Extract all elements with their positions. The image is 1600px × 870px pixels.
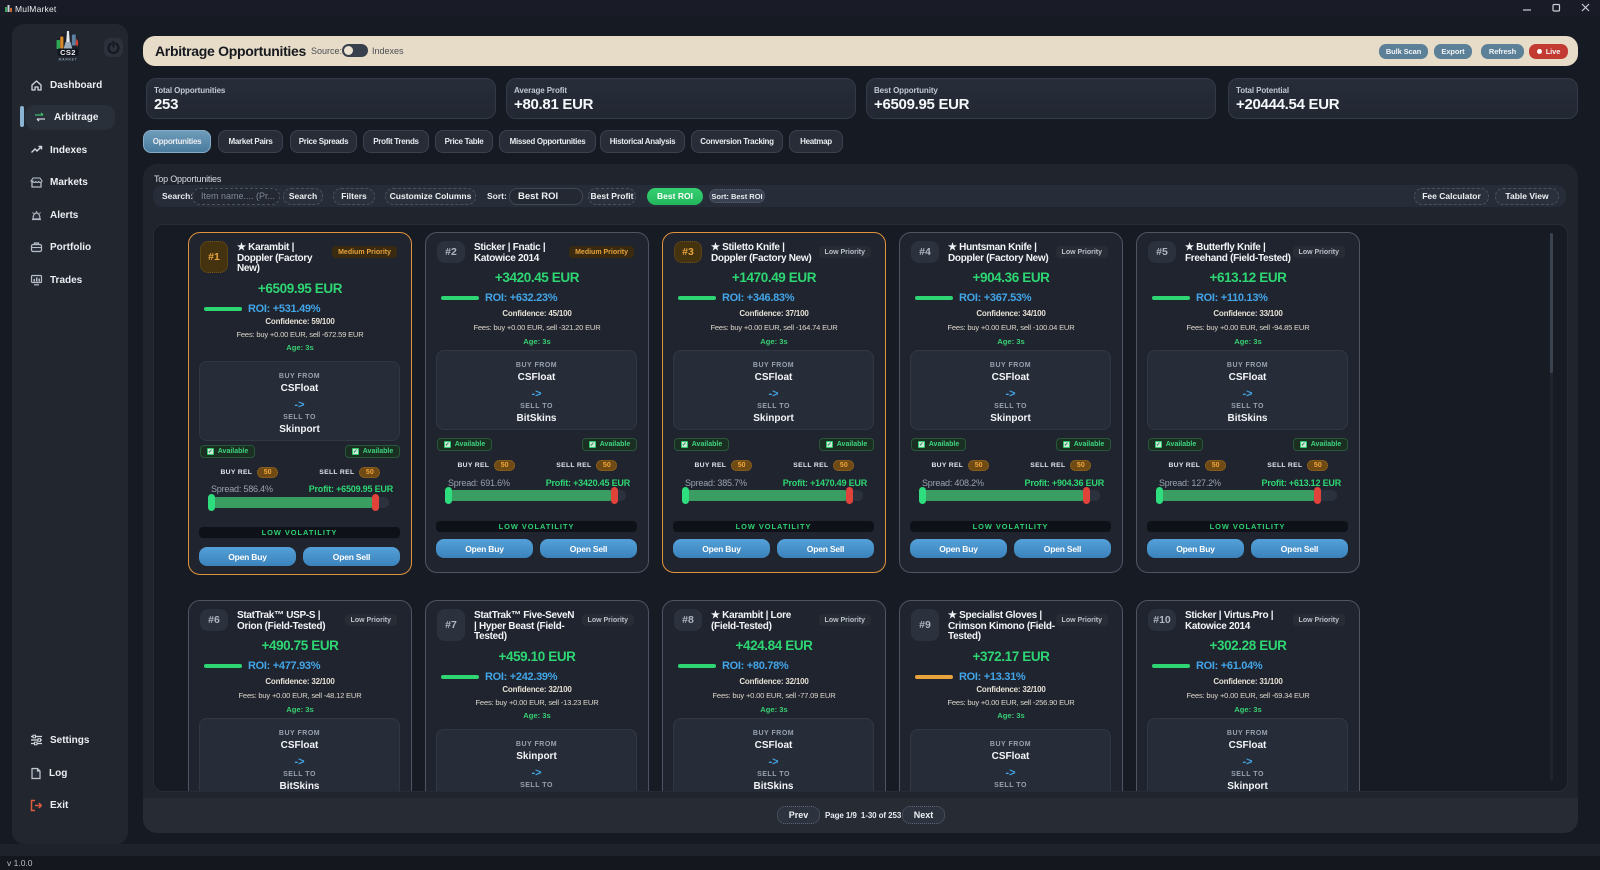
svg-text:CS2: CS2 (60, 48, 76, 57)
svg-text:MARKET: MARKET (59, 58, 78, 62)
